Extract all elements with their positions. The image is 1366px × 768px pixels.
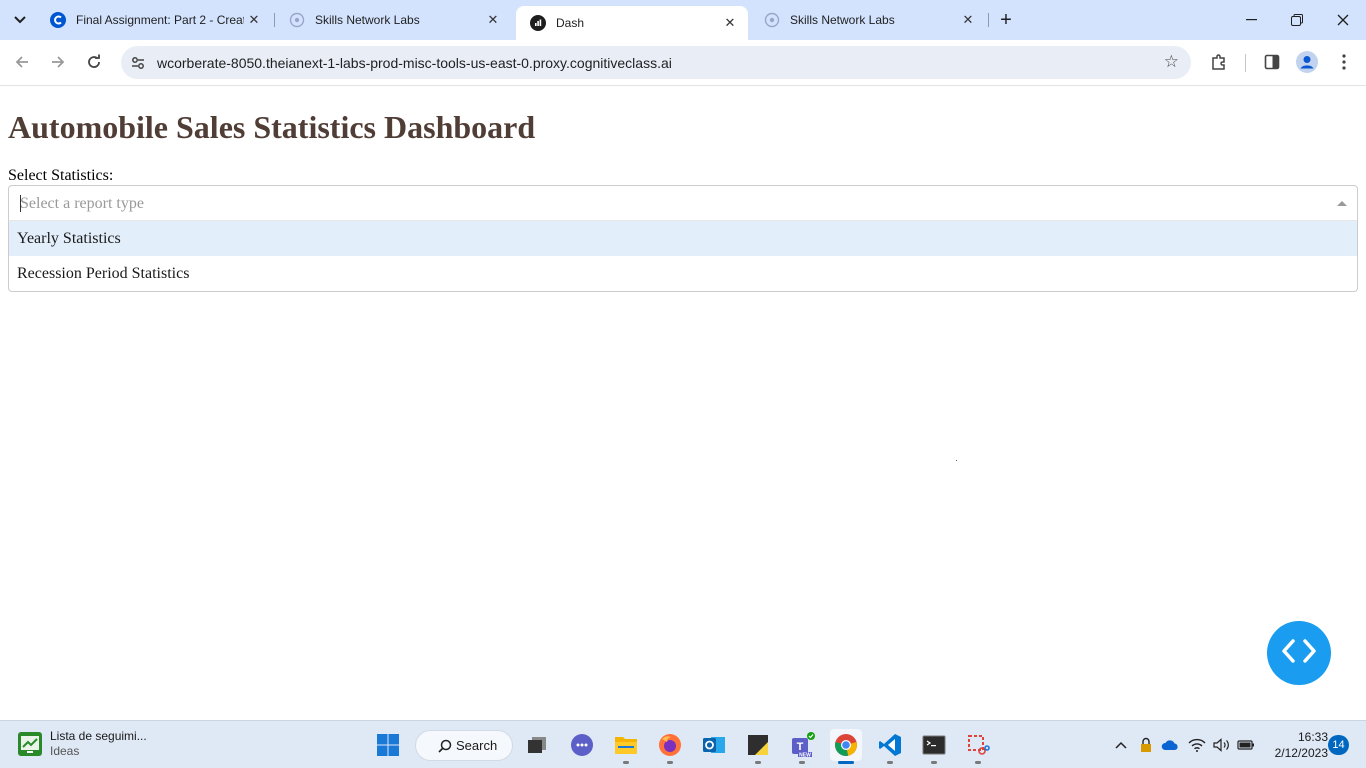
browser-toolbar: wcorberate-8050.theianext-1-labs-prod-mi… (0, 40, 1366, 86)
onedrive-icon[interactable] (1160, 735, 1180, 755)
tab-dash[interactable]: Dash ✕ (516, 6, 748, 40)
toolbar-divider (1245, 54, 1246, 72)
back-icon[interactable] (8, 48, 36, 76)
menu-kebab-icon[interactable] (1331, 49, 1357, 75)
teams-icon[interactable]: T NEW (786, 729, 818, 764)
clock-time: 16:33 (1297, 730, 1328, 744)
tab-title: Dash (556, 16, 585, 30)
restore-icon[interactable] (1274, 0, 1320, 40)
widget-subtitle: Ideas (50, 744, 80, 758)
close-window-icon[interactable] (1320, 0, 1366, 40)
close-tab-icon[interactable]: ✕ (720, 13, 740, 33)
minimize-icon[interactable] (1228, 0, 1274, 40)
windows-start-icon[interactable] (372, 729, 404, 761)
running-indicator (667, 761, 673, 764)
task-view-icon[interactable] (521, 729, 553, 761)
notification-count-badge[interactable]: 14 (1328, 735, 1349, 755)
running-indicator (931, 761, 937, 764)
windows-taskbar: Lista de seguimi... Ideas Search T NEW 1… (0, 720, 1366, 768)
chrome-icon[interactable] (830, 729, 862, 764)
sticky-notes-icon[interactable] (742, 729, 774, 764)
report-type-dropdown[interactable]: Select a report type (8, 185, 1358, 221)
firefox-icon[interactable] (654, 729, 686, 764)
security-icon[interactable] (1136, 735, 1156, 755)
running-indicator (887, 761, 893, 764)
close-tab-icon[interactable]: ✕ (244, 10, 264, 30)
close-tab-icon[interactable]: ✕ (958, 10, 978, 30)
text-cursor (20, 195, 21, 212)
stray-pixel (956, 460, 957, 461)
forward-icon[interactable] (44, 48, 72, 76)
option-yearly-statistics[interactable]: Yearly Statistics (9, 221, 1357, 256)
tab-title: Skills Network Labs (315, 13, 420, 27)
tab-final-assignment[interactable]: Final Assignment: Part 2 - Creat ✕ (36, 0, 272, 40)
running-indicator (975, 761, 981, 764)
dash-devtools-button[interactable] (1267, 621, 1331, 685)
url-text: wcorberate-8050.theianext-1-labs-prod-mi… (157, 54, 672, 71)
search-label: Search (456, 738, 498, 753)
tab-skills-network-1[interactable]: Skills Network Labs ✕ (275, 0, 511, 40)
taskbar-search[interactable]: Search (415, 730, 513, 761)
profile-avatar-icon[interactable] (1294, 49, 1320, 75)
taskbar-clock[interactable]: 16:33 2/12/2023 (1262, 729, 1328, 761)
close-tab-icon[interactable]: ✕ (483, 10, 503, 30)
tab-divider (988, 13, 989, 27)
running-indicator (755, 761, 761, 764)
code-brackets-icon (1282, 638, 1316, 669)
snipping-tool-icon[interactable] (962, 729, 994, 764)
tab-skills-network-2[interactable]: Skills Network Labs ✕ (750, 0, 986, 40)
widget-title: Lista de seguimi... (50, 729, 147, 743)
reload-icon[interactable] (80, 48, 108, 76)
chevron-up-icon[interactable] (1112, 735, 1130, 755)
skills-network-icon (764, 12, 780, 28)
tab-title: Skills Network Labs (790, 13, 895, 27)
tab-search-chevron-icon[interactable] (8, 9, 32, 31)
site-info-icon[interactable] (123, 48, 153, 78)
file-explorer-icon[interactable] (610, 729, 642, 764)
svg-text:T: T (797, 741, 804, 753)
terminal-icon[interactable] (918, 729, 950, 764)
chat-icon[interactable] (566, 729, 598, 761)
bookmark-star-icon[interactable]: ☆ (1164, 52, 1179, 72)
outlook-icon[interactable] (698, 729, 730, 761)
volume-icon[interactable] (1212, 735, 1232, 755)
select-statistics-label: Select Statistics: (8, 167, 114, 184)
running-indicator (623, 761, 629, 764)
running-indicator (799, 761, 805, 764)
dash-page: Automobile Sales Statistics Dashboard Se… (0, 87, 1366, 720)
svg-text:NEW: NEW (799, 753, 811, 759)
dropdown-menu: Yearly Statistics Recession Period Stati… (8, 220, 1358, 292)
dropdown-arrow-up-icon[interactable] (1337, 201, 1347, 206)
running-indicator (838, 761, 854, 764)
browser-tabstrip: Final Assignment: Part 2 - Creat ✕ Skill… (0, 0, 1366, 40)
widgets-button[interactable]: Lista de seguimi... Ideas (18, 729, 147, 759)
option-recession-period-statistics[interactable]: Recession Period Statistics (9, 256, 1357, 291)
page-title: Automobile Sales Statistics Dashboard (8, 109, 536, 145)
tab-title: Final Assignment: Part 2 - Creat (76, 13, 244, 27)
stock-chart-icon (18, 732, 42, 756)
extensions-icon[interactable] (1206, 49, 1232, 75)
dash-icon (530, 15, 546, 31)
address-bar[interactable]: wcorberate-8050.theianext-1-labs-prod-mi… (121, 46, 1191, 79)
wifi-icon[interactable] (1187, 735, 1207, 755)
coursera-icon (50, 12, 66, 28)
side-panel-icon[interactable] (1259, 49, 1285, 75)
new-tab-icon[interactable]: + (994, 9, 1018, 31)
dropdown-placeholder: Select a report type (20, 195, 144, 212)
clock-date: 2/12/2023 (1274, 746, 1328, 760)
search-icon (438, 739, 452, 753)
battery-icon[interactable] (1236, 735, 1256, 755)
vscode-icon[interactable] (874, 729, 906, 764)
skills-network-icon (289, 12, 305, 28)
